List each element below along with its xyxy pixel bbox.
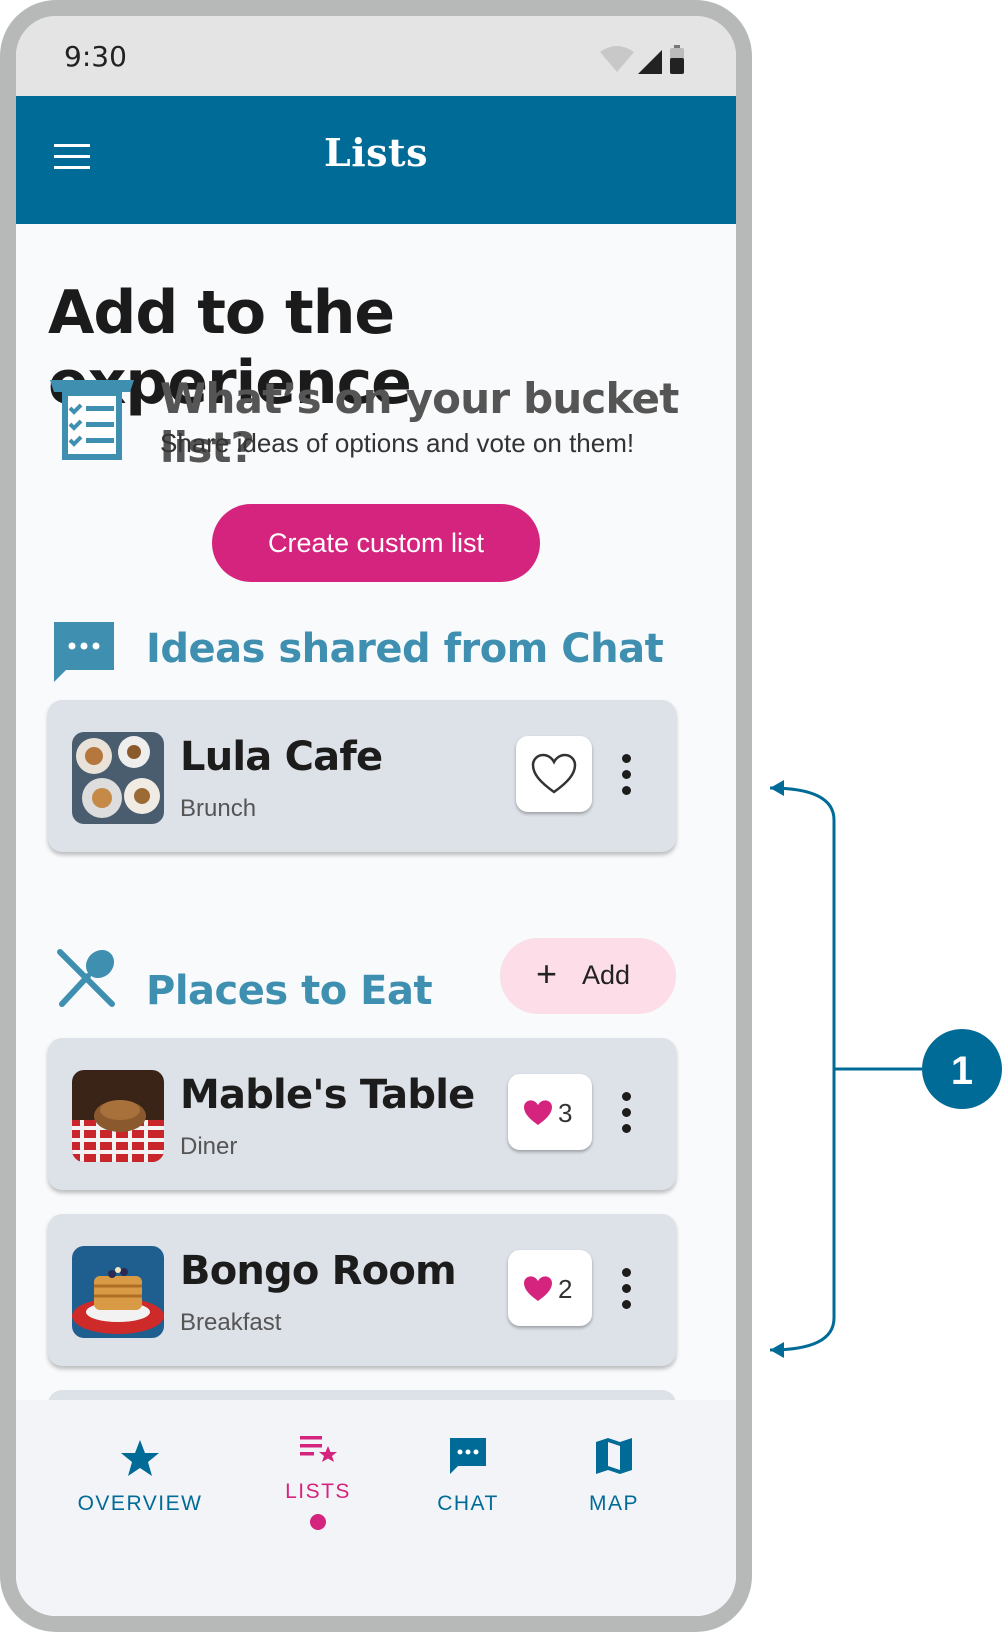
like-button[interactable]: 3 xyxy=(508,1074,592,1150)
star-icon xyxy=(121,1440,159,1476)
like-button[interactable] xyxy=(516,736,592,812)
nav-label: MAP xyxy=(588,1492,639,1515)
bongo-room-photo xyxy=(72,1246,164,1338)
mables-table-photo xyxy=(72,1070,164,1162)
list-item-bongo-room[interactable]: Bongo Room Breakfast 2 xyxy=(48,1214,676,1366)
phone-frame: 9:30 Lists Add to the experience What’s … xyxy=(0,0,752,1632)
wifi-icon xyxy=(600,46,634,72)
screen: 9:30 Lists Add to the experience What’s … xyxy=(16,16,736,1616)
chat-bubble-icon xyxy=(54,622,114,682)
plus-icon: + xyxy=(536,953,558,994)
bucket-list-subtitle: Share ideas of options and vote on them! xyxy=(160,428,635,458)
status-bar: 9:30 xyxy=(16,16,736,96)
annotation-marker xyxy=(922,1029,1002,1109)
vote-count: 2 xyxy=(558,1274,573,1304)
chat-section-title: Ideas shared from Chat xyxy=(146,626,664,672)
places-to-eat-title: Places to Eat xyxy=(146,968,433,1014)
status-time: 9:30 xyxy=(64,40,127,73)
list-item-mables-table[interactable]: Mable's Table Diner 3 xyxy=(48,1038,676,1190)
nav-label: OVERVIEW xyxy=(77,1492,203,1515)
item-name: Lula Cafe xyxy=(180,734,383,780)
map-icon xyxy=(596,1438,632,1474)
nav-overview[interactable]: OVERVIEW xyxy=(50,1400,230,1550)
fork-spoon-icon xyxy=(57,949,115,1007)
more-options-button[interactable] xyxy=(618,1092,634,1138)
item-type: Brunch xyxy=(180,795,257,822)
nav-map[interactable]: MAP xyxy=(524,1400,704,1550)
add-button-label: Add xyxy=(582,960,631,990)
list-star-icon xyxy=(300,1436,337,1462)
chat-bubble-icon xyxy=(450,1438,486,1474)
annotation-marker-label: 1 xyxy=(951,1049,973,1093)
heart-filled-icon xyxy=(524,1100,552,1125)
more-options-button[interactable] xyxy=(618,754,634,800)
bottom-navigation: OVERVIEW LISTS CHAT MAP xyxy=(16,1400,736,1616)
create-custom-list-button[interactable]: Create custom list xyxy=(212,504,540,582)
item-name: Bongo Room xyxy=(180,1248,457,1294)
item-type: Breakfast xyxy=(180,1309,282,1336)
bucket-list-icon xyxy=(50,380,134,460)
list-item-lula-cafe[interactable]: Lula Cafe Brunch xyxy=(48,700,676,852)
item-name: Mable's Table xyxy=(180,1072,475,1118)
battery-icon xyxy=(670,45,684,74)
item-type: Diner xyxy=(180,1133,238,1160)
active-indicator-dot xyxy=(310,1514,326,1530)
heart-outline-icon xyxy=(531,753,577,794)
lula-cafe-photo xyxy=(72,732,164,824)
add-place-button[interactable]: + Add xyxy=(500,938,676,1014)
app-bar: Lists xyxy=(16,96,736,224)
like-button[interactable]: 2 xyxy=(508,1250,592,1326)
vote-count: 3 xyxy=(558,1098,573,1128)
status-icons xyxy=(600,45,684,74)
heart-filled-icon xyxy=(524,1276,552,1301)
signal-icon xyxy=(638,50,662,74)
more-options-button[interactable] xyxy=(618,1268,634,1314)
app-bar-title: Lists xyxy=(324,130,428,175)
